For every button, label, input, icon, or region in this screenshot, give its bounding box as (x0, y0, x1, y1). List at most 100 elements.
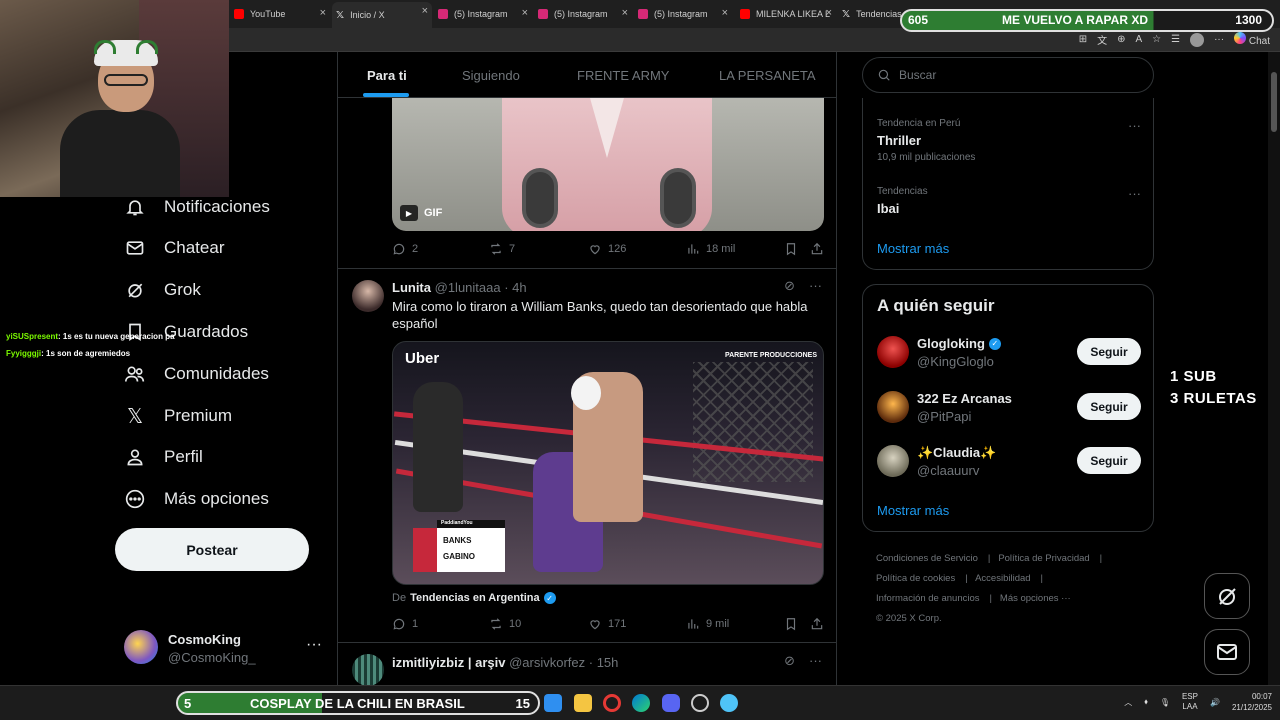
discord-icon[interactable] (662, 694, 680, 712)
nav-premium[interactable]: 𝕏 Premium (124, 399, 232, 433)
follow-suggestion[interactable]: Glogloking ✓ @KingGloglo Seguir (877, 336, 1141, 370)
windows-start-icon[interactable] (544, 694, 562, 712)
footer-link[interactable]: Condiciones de Servicio (876, 553, 978, 564)
trend-item[interactable]: Tendencias Ibai ··· (877, 186, 1141, 216)
profile-avatar[interactable] (1190, 32, 1205, 47)
more-icon[interactable]: ··· (1214, 34, 1224, 45)
search-input[interactable] (899, 68, 1139, 82)
bookmark-button[interactable] (784, 242, 798, 256)
footer-link[interactable]: Accesibilidad (975, 573, 1030, 584)
tab-youtube[interactable]: YouTube × (230, 4, 330, 24)
account-switcher[interactable]: CosmoKing @CosmoKing_ ··· (124, 630, 324, 666)
views-button[interactable]: 9 mil (686, 617, 729, 631)
close-tab-icon[interactable]: × (622, 7, 628, 19)
footer-link[interactable]: Información de anuncios (876, 593, 980, 604)
show-more-follow-link[interactable]: Mostrar más (877, 503, 949, 518)
post-gif-media[interactable]: ▶ GIF (392, 98, 824, 231)
footer-link[interactable]: Política de cookies (876, 573, 955, 584)
tab-youtube-milenka[interactable]: MILENKA LIKEA L × (736, 4, 836, 24)
share-button[interactable] (810, 242, 824, 256)
like-button[interactable]: 126 (588, 242, 626, 256)
close-tab-icon[interactable]: × (722, 7, 728, 19)
follow-button[interactable]: Seguir (1077, 447, 1141, 474)
like-button[interactable]: 171 (588, 617, 626, 631)
grid-icon[interactable]: ⊞ (1079, 34, 1087, 45)
avatar[interactable] (352, 654, 384, 685)
suggestion-name[interactable]: ✨Claudia✨ (917, 445, 996, 461)
translate-icon[interactable]: 文 (1097, 32, 1107, 47)
more-icon[interactable]: ··· (1128, 186, 1141, 201)
close-tab-icon[interactable]: × (422, 5, 428, 17)
app-icon[interactable] (720, 694, 738, 712)
post-source[interactable]: De Tendencias en Argentina ✓ (392, 592, 556, 604)
settings-icon[interactable] (691, 694, 709, 712)
follow-suggestion[interactable]: ✨Claudia✨ @claauurv Seguir (877, 445, 1141, 479)
file-explorer-icon[interactable] (574, 694, 592, 712)
grok-float-button[interactable] (1204, 573, 1250, 619)
tab-tendencias[interactable]: 𝕏 Tendencias (838, 4, 902, 24)
nav-comunidades[interactable]: Comunidades (124, 357, 269, 391)
suggestion-name[interactable]: 322 Ez Arcanas (917, 391, 1012, 406)
suggestion-name[interactable]: Glogloking (917, 336, 985, 351)
bookmark-button[interactable] (784, 617, 798, 631)
clock[interactable]: 00:07 21/12/2025 (1232, 691, 1272, 713)
follow-button[interactable]: Seguir (1077, 393, 1141, 420)
post-time[interactable]: · 15h (589, 655, 619, 670)
tab-la-persaneta[interactable]: LA PERSANETA (719, 52, 816, 98)
reply-button[interactable]: 2 (392, 242, 418, 256)
tab-x-home[interactable]: 𝕏 Inicio / X × (332, 2, 432, 28)
zoom-icon[interactable]: ⊕ (1117, 34, 1125, 45)
nav-chatear[interactable]: Chatear (124, 231, 224, 265)
author-name[interactable]: Lunita (392, 280, 431, 295)
nav-perfil[interactable]: Perfil (124, 440, 203, 474)
language-indicator[interactable]: ESP LAA (1182, 692, 1198, 712)
post-time[interactable]: · 4h (504, 280, 526, 295)
speaker-icon[interactable]: 🔊 (1210, 698, 1220, 707)
page-scrollbar[interactable] (1268, 52, 1280, 685)
repost-button[interactable]: 10 (489, 617, 521, 631)
opera-icon[interactable] (603, 694, 621, 712)
author-name[interactable]: izmitliyizbiz | arşiv (392, 655, 505, 670)
grok-icon[interactable]: ⊘ (784, 653, 795, 669)
tab-instagram-3[interactable]: (5) Instagram × (634, 4, 732, 24)
post-video-media[interactable]: Uber PARENTE PRODUCCIONES PaddiandYou BA… (392, 341, 824, 585)
repost-button[interactable]: 7 (489, 242, 515, 256)
follow-suggestion[interactable]: 322 Ez Arcanas @PitPapi Seguir (877, 391, 1141, 425)
views-button[interactable]: 18 mil (686, 242, 735, 256)
close-tab-icon[interactable]: × (320, 7, 326, 19)
show-more-trends-link[interactable]: Mostrar más (877, 241, 949, 256)
author-handle[interactable]: @arsivkorfez (509, 655, 585, 670)
nav-grok[interactable]: Grok (124, 273, 201, 307)
microphone-icon[interactable]: 🎙 (1160, 698, 1170, 707)
network-icon[interactable]: ⬧ (1144, 697, 1148, 707)
tab-instagram-1[interactable]: (5) Instagram × (434, 4, 532, 24)
avatar[interactable] (877, 336, 909, 368)
trend-item[interactable]: Tendencia en Perú Thriller 10,9 mil publ… (877, 118, 1141, 163)
avatar[interactable] (877, 391, 909, 423)
tab-instagram-2[interactable]: (5) Instagram × (534, 4, 632, 24)
reply-button[interactable]: 1 (392, 617, 418, 631)
edge-icon[interactable] (632, 694, 650, 712)
more-icon[interactable]: ··· (1128, 118, 1141, 133)
copilot-chat-button[interactable]: Chat (1234, 32, 1270, 47)
avatar[interactable] (352, 280, 384, 312)
tab-siguiendo[interactable]: Siguiendo (462, 52, 520, 98)
tab-para-ti[interactable]: Para ti (367, 52, 407, 98)
follow-button[interactable]: Seguir (1077, 338, 1141, 365)
source-name[interactable]: Tendencias en Argentina (410, 592, 540, 604)
more-icon[interactable]: ··· (809, 653, 822, 669)
avatar[interactable] (877, 445, 909, 477)
read-aloud-icon[interactable]: A (1135, 34, 1142, 45)
author-handle[interactable]: @1lunitaaa (435, 280, 501, 295)
footer-link[interactable]: Más opciones ··· (1000, 593, 1071, 604)
scrollbar-thumb[interactable] (1271, 72, 1277, 132)
close-tab-icon[interactable]: × (826, 7, 832, 19)
favorites-icon[interactable]: ☰ (1171, 34, 1180, 45)
share-button[interactable] (810, 617, 824, 631)
grok-icon[interactable]: ⊘ (784, 278, 795, 294)
footer-link[interactable]: Política de Privacidad (998, 553, 1089, 564)
chevron-up-icon[interactable]: ︿ (1124, 697, 1132, 708)
post-button[interactable]: Postear (115, 528, 309, 571)
search-box[interactable] (862, 57, 1154, 93)
tab-frente-army[interactable]: FRENTE ARMY (577, 52, 669, 98)
